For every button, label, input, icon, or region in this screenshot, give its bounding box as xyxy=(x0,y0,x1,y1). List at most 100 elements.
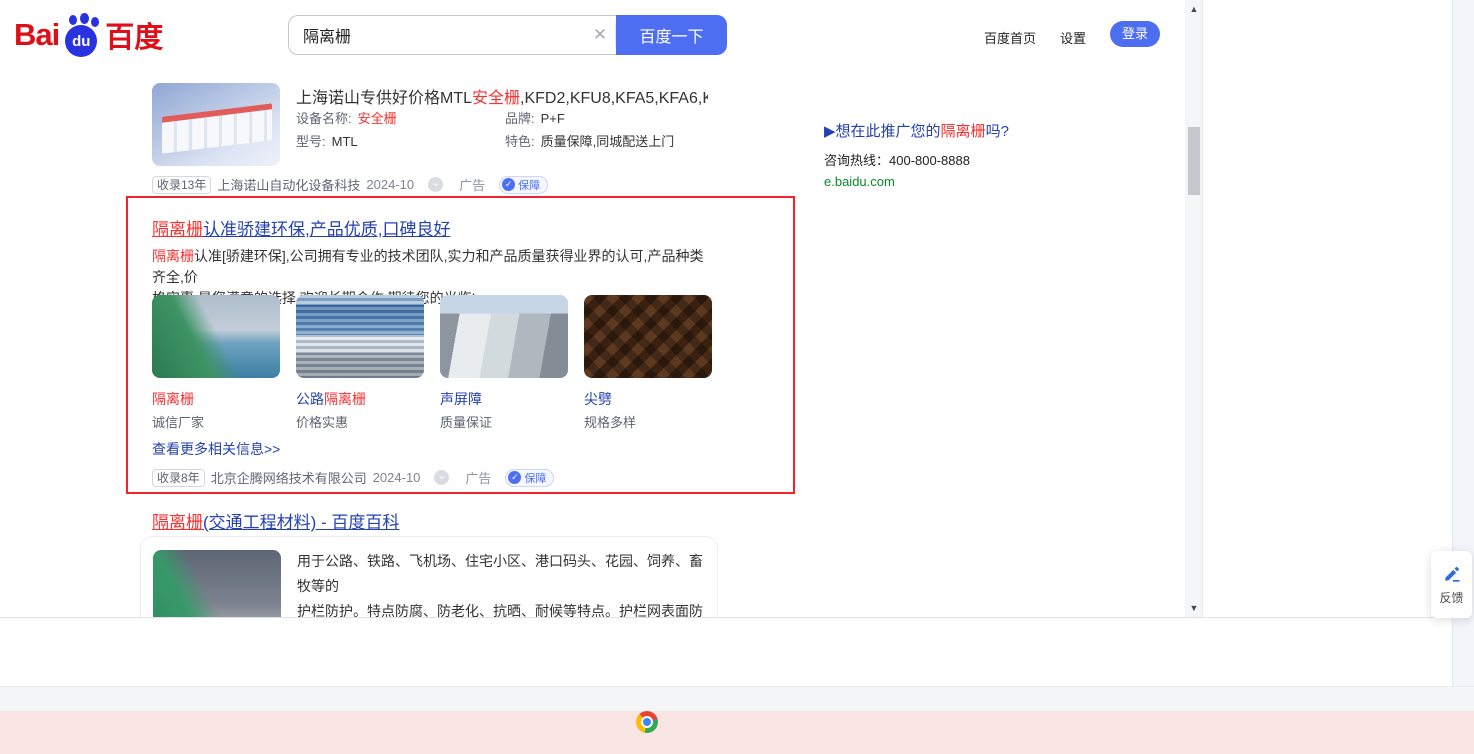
paw-toe-icon xyxy=(69,15,78,25)
subcaption: 质量保证 xyxy=(440,415,493,430)
thumbnail-isolation-fence[interactable] xyxy=(152,295,280,378)
baidu-logo[interactable]: Bai du 百度 xyxy=(14,13,163,57)
check-icon: ✓ xyxy=(508,471,522,484)
promo-pre: ▶想在此推广您的 xyxy=(824,123,941,140)
desktop: Bai du 百度 ✕ 百度一下 百度首页 设置 登录 xyxy=(0,0,1474,754)
caption-blue: 声屏障 xyxy=(440,391,482,407)
result-date: 2024-10 xyxy=(372,470,421,485)
result2-source-row: 收录8年 北京企腾网络技术有限公司 2024-10 ⌄ 广告 ✓ 保障 xyxy=(152,468,555,487)
result1-title[interactable]: 上海诺山专供好价格MTL安全栅,KFD2,KFU8,KFA5,KFA6,KCD2… xyxy=(296,84,708,108)
feedback-label: 反馈 xyxy=(1439,590,1464,605)
attr-model: 型号: MTL xyxy=(296,131,358,150)
search-box[interactable]: ✕ xyxy=(288,15,616,55)
thumbnail-highway-fence[interactable] xyxy=(296,295,424,378)
pencil-icon xyxy=(1444,566,1459,582)
search-input[interactable] xyxy=(289,17,585,53)
scroll-up-arrow-icon[interactable]: ▲ xyxy=(1185,4,1202,14)
hotline-row: 咨询热线：400-800-8888 xyxy=(824,150,1144,169)
nav-settings[interactable]: 设置 xyxy=(1060,28,1110,47)
logo-text-du: du xyxy=(72,32,91,50)
site-name: 上海诺山自动化设备科技 xyxy=(217,178,361,193)
caption-acoustic-wedge[interactable]: 尖劈 xyxy=(584,389,612,409)
desktop-band xyxy=(0,686,1474,711)
attr-value: 质量保障,同城配送上门 xyxy=(540,134,675,149)
desc-highlight: 隔离栅 xyxy=(152,248,194,264)
attr-value: 安全栅 xyxy=(357,111,397,126)
nav-baidu-home[interactable]: 百度首页 xyxy=(984,28,1060,47)
chrome-icon[interactable] xyxy=(636,711,658,733)
safety-barrier-modules-image xyxy=(162,102,273,153)
baike-snippet: 用于公路、铁路、飞机场、住宅小区、港口码头、花园、饲养、畜牧等的 护栏防护。特点… xyxy=(297,549,707,617)
ad-label: 广告 xyxy=(459,178,486,193)
caption-red: 隔离栅 xyxy=(324,391,366,407)
see-more-link[interactable]: 查看更多相关信息>> xyxy=(152,439,280,459)
subcaption: 诚信厂家 xyxy=(152,415,205,430)
clear-search-icon[interactable]: ✕ xyxy=(585,25,615,45)
desc-line1: 隔离栅认准[骄建环保],公司拥有专业的技术团队,实力和产品质量获得业界的认可,产… xyxy=(152,246,712,288)
promo-post: 吗? xyxy=(985,123,1009,140)
feedback-button[interactable]: 反馈 xyxy=(1431,551,1472,618)
result1-product-thumbnail[interactable] xyxy=(152,83,280,166)
scroll-down-arrow-icon[interactable]: ▼ xyxy=(1185,603,1202,613)
attr-value: P+F xyxy=(540,111,565,126)
caption-red: 隔离栅 xyxy=(152,391,194,407)
attr-label: 特色: xyxy=(505,134,535,149)
top-nav: 百度首页 设置 登录 xyxy=(984,21,1160,47)
attr-label: 设备名称: xyxy=(296,111,352,126)
caption-isolation-fence[interactable]: 隔离栅 xyxy=(152,389,194,409)
check-icon: ✓ xyxy=(502,178,516,191)
page-scrollbar[interactable]: ▲ ▼ xyxy=(1185,0,1202,617)
page-bottom-border xyxy=(0,617,1452,618)
attr-label: 品牌: xyxy=(505,111,535,126)
subcaption: 规格多样 xyxy=(584,415,637,430)
sidebar-promo: ▶想在此推广您的隔离栅吗? 咨询热线：400-800-8888 e.baidu.… xyxy=(824,120,1144,189)
logo-text-bai: Bai xyxy=(14,17,60,52)
indexed-years-badge: 收录13年 xyxy=(152,175,212,194)
desc-text: 认准[骄建环保],公司拥有专业的技术团队,实力和产品质量获得业界的认可,产品种类… xyxy=(152,248,704,285)
result2-title[interactable]: 隔离栅认准骄建环保,产品优质,口碑良好 xyxy=(152,215,450,240)
promo-url[interactable]: e.baidu.com xyxy=(824,174,1144,189)
logo-text-cn: 百度 xyxy=(105,22,164,54)
snippet-line1: 用于公路、铁路、飞机场、住宅小区、港口码头、花园、饲养、畜牧等的 xyxy=(297,553,703,594)
caption-highway-fence[interactable]: 公路隔离栅 xyxy=(296,389,366,409)
subcaption: 价格实惠 xyxy=(296,415,349,430)
result3-title-highlight: 隔离栅 xyxy=(152,513,203,532)
guarantee-badge[interactable]: ✓ 保障 xyxy=(505,468,555,487)
hotline-number: 400-800-8888 xyxy=(889,153,970,168)
result1-title-pre: 上海诺山专供好价格MTL xyxy=(296,90,473,107)
result-date: 2024-10 xyxy=(366,177,415,192)
login-button[interactable]: 登录 xyxy=(1110,21,1160,47)
attr-feature: 特色: 质量保障,同城配送上门 xyxy=(505,131,674,150)
baike-fence-thumbnail[interactable] xyxy=(153,550,281,617)
snippet-line2: 护栏防护。特点防腐、防老化、抗晒、耐候等特点。护栏网表面防腐形式 xyxy=(297,603,703,617)
result3-title-rest: (交通工程材料) - 百度百科 xyxy=(203,513,400,532)
baike-card[interactable]: 用于公路、铁路、飞机场、住宅小区、港口码头、花园、饲养、畜牧等的 护栏防护。特点… xyxy=(140,536,718,617)
result1-title-highlight: 安全栅 xyxy=(472,90,521,107)
result-menu-chevron-icon[interactable]: ⌄ xyxy=(428,177,444,192)
attr-device-name: 设备名称: 安全栅 xyxy=(296,108,397,127)
attr-brand: 品牌: P+F xyxy=(505,108,565,127)
thumbnail-sound-barrier[interactable] xyxy=(440,295,568,378)
windows-taskbar: S 中 S 9:27 2024/10/28 xyxy=(0,711,1474,754)
attr-label: 型号: xyxy=(296,134,326,149)
guarantee-badge[interactable]: ✓ 保障 xyxy=(499,175,549,194)
result3-title[interactable]: 隔离栅(交通工程材料) - 百度百科 xyxy=(152,508,399,533)
caption-sound-barrier[interactable]: 声屏障 xyxy=(440,389,482,409)
site-name: 北京企腾网络技术有限公司 xyxy=(210,471,367,486)
caption-blue: 尖劈 xyxy=(584,391,612,407)
baidu-header: Bai du 百度 ✕ 百度一下 百度首页 设置 登录 xyxy=(0,0,1185,70)
guarantee-label: 保障 xyxy=(518,179,541,192)
thumbnail-acoustic-wedge[interactable] xyxy=(584,295,712,378)
result2-title-highlight: 隔离栅 xyxy=(152,220,203,239)
scrollbar-thumb[interactable] xyxy=(1188,127,1200,195)
baidu-paw-icon: du xyxy=(60,13,104,57)
paw-toe-icon xyxy=(80,13,90,24)
attr-value: MTL xyxy=(331,134,358,149)
search-button[interactable]: 百度一下 xyxy=(616,15,727,55)
result1-source-row: 收录13年 上海诺山自动化设备科技 2024-10 ⌄ 广告 ✓ 保障 xyxy=(152,175,549,194)
indexed-years-badge: 收录8年 xyxy=(152,468,205,487)
sidebar-promo-title[interactable]: ▶想在此推广您的隔离栅吗? xyxy=(824,120,1144,141)
result-menu-chevron-icon[interactable]: ⌄ xyxy=(434,470,450,485)
guarantee-label: 保障 xyxy=(524,472,547,485)
baidu-search-page: Bai du 百度 ✕ 百度一下 百度首页 设置 登录 xyxy=(0,0,1203,617)
